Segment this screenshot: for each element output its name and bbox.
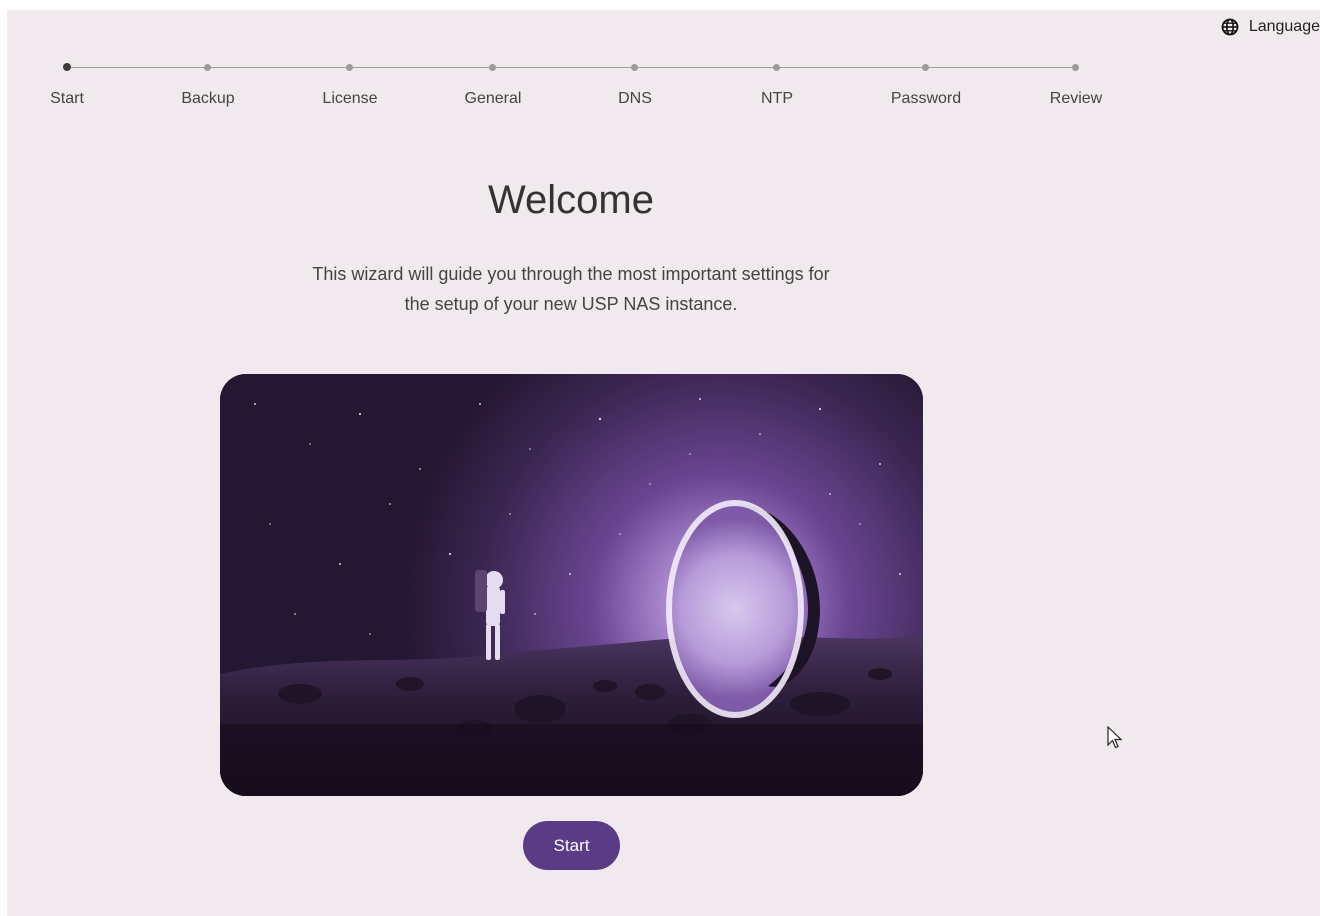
step-label: NTP	[761, 90, 793, 107]
start-button[interactable]: Start	[523, 821, 620, 870]
step-dot	[922, 64, 929, 71]
step-label: General	[464, 90, 522, 107]
step-dot	[773, 64, 780, 71]
hero-image	[220, 374, 923, 796]
step-dot	[204, 64, 211, 71]
step-dot	[631, 64, 638, 71]
description-line: the setup of your new USP NAS instance.	[404, 294, 738, 314]
step-label: Start	[50, 90, 84, 107]
step-dot	[489, 64, 496, 71]
wizard-description: This wizard will guide you through the m…	[221, 259, 921, 319]
step-label: Password	[890, 90, 962, 107]
step-label: License	[322, 90, 378, 107]
description-line: This wizard will guide you through the m…	[312, 264, 830, 284]
wizard-stepper: Start Backup License General DNS NTP Pas…	[0, 0, 1320, 120]
step-label: Review	[1049, 90, 1103, 107]
page-title: Welcome	[488, 178, 654, 222]
step-label: Backup	[181, 90, 235, 107]
step-dot	[346, 64, 353, 71]
mouse-cursor-icon	[1107, 725, 1123, 755]
step-label: DNS	[618, 90, 652, 107]
step-dot	[63, 63, 71, 71]
step-dot	[1072, 64, 1079, 71]
